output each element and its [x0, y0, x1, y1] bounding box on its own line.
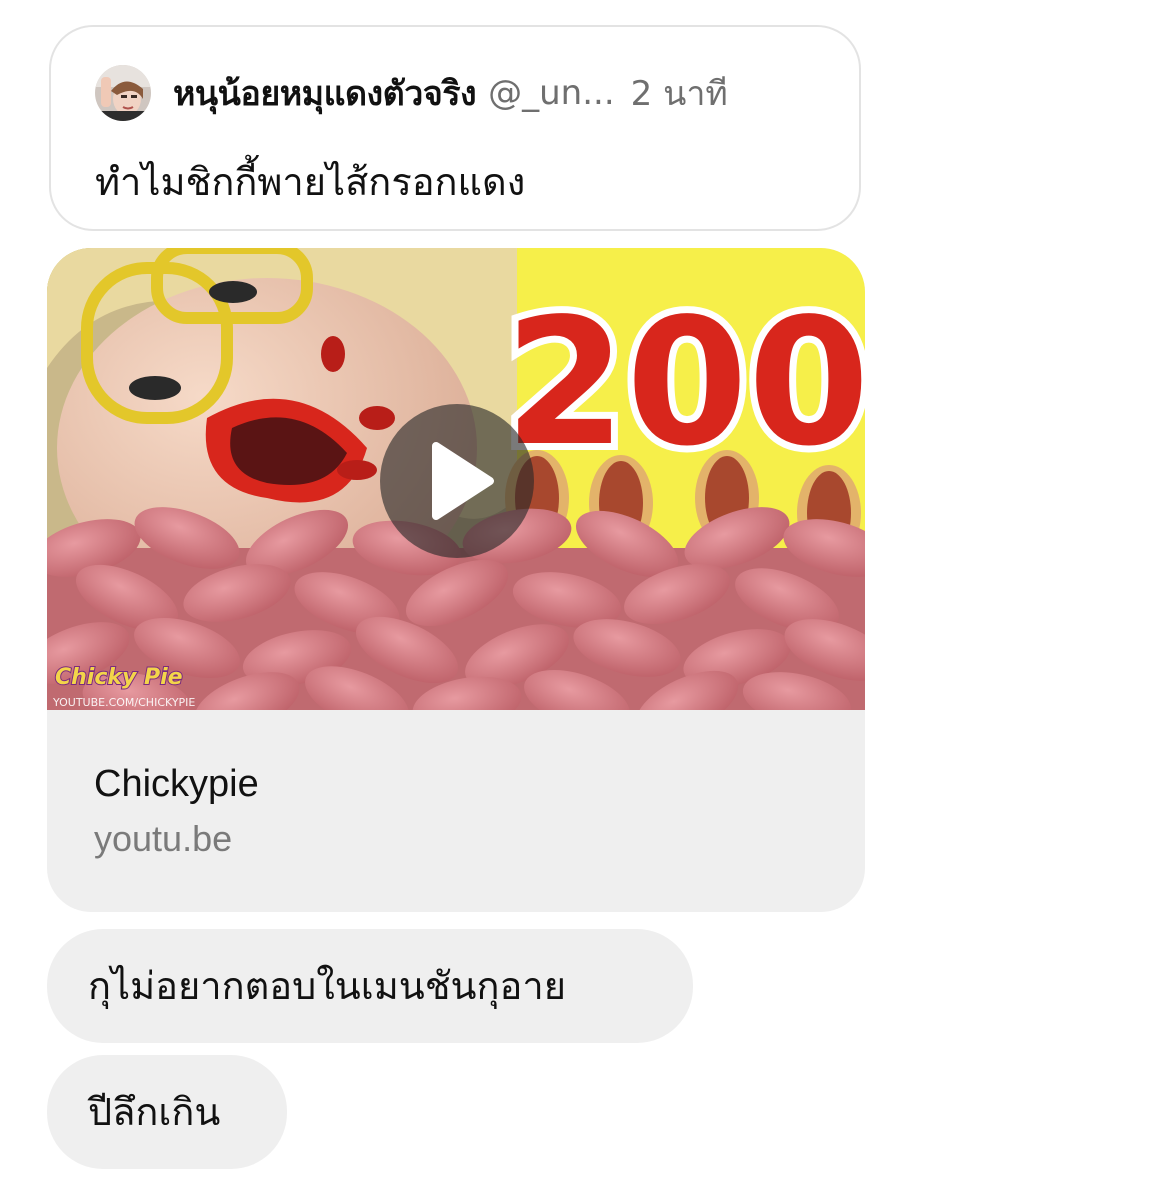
author-name[interactable]: หนุน้อยหมุแดงตัวจริง: [173, 66, 477, 120]
link-title[interactable]: Chickypie: [94, 763, 259, 806]
quoted-post-card[interactable]: หนุน้อยหมุแดงตัวจริง @_un... 2 นาที ทำไม…: [49, 25, 861, 231]
thumbnail-watermark: YOUTUBE.COM/CHICKYPIE: [52, 696, 195, 709]
link-domain: youtu.be: [94, 818, 233, 859]
play-icon: [432, 442, 494, 520]
thumbnail-logo: Chicky Pie: [55, 665, 183, 690]
message-bubble[interactable]: ปีลึกเกิน: [47, 1055, 287, 1169]
post-time: 2 นาที: [630, 74, 728, 114]
author-avatar[interactable]: [95, 65, 151, 121]
play-button[interactable]: [380, 404, 534, 558]
avatar-image: [95, 65, 151, 121]
thumbnail-number: 200: [504, 282, 865, 485]
quoted-post-text: ทำไมชิกกี้พายไส้กรอกแดง: [95, 160, 526, 204]
link-preview-card[interactable]: 200 Chicky Pie YOUTUBE.COM/CHICKYPIE Chi…: [47, 248, 865, 912]
quoted-post-header: หนุน้อยหมุแดงตัวจริง @_un... 2 นาที: [95, 65, 728, 121]
message-bubble[interactable]: กุไม่อยากตอบในเมนชันกุอาย: [47, 929, 693, 1043]
author-handle[interactable]: @_un...: [488, 73, 615, 113]
